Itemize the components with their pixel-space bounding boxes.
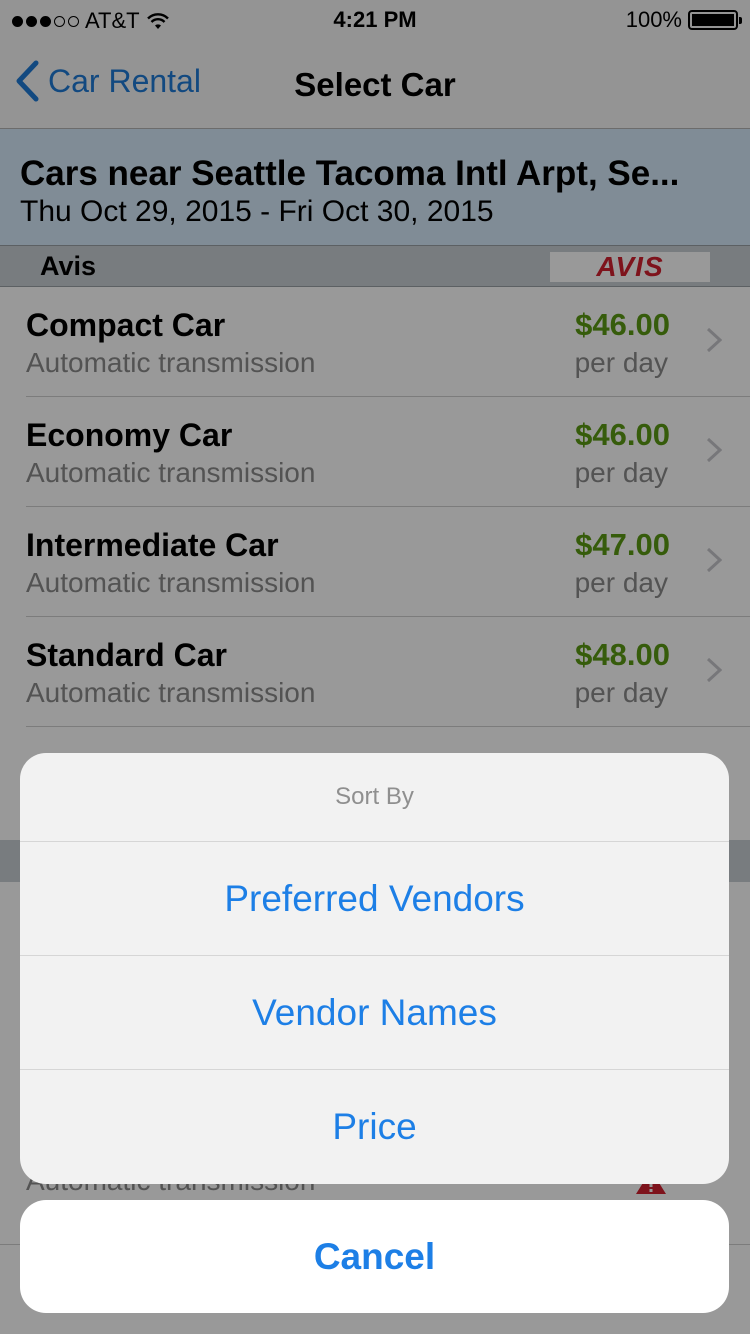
sort-option-vendor-names[interactable]: Vendor Names — [20, 956, 729, 1070]
sort-action-sheet: Sort By Preferred Vendors Vendor Names P… — [20, 753, 729, 1184]
cancel-button[interactable]: Cancel — [20, 1200, 729, 1313]
sort-option-price[interactable]: Price — [20, 1070, 729, 1184]
action-sheet-title: Sort By — [20, 753, 729, 842]
sort-option-preferred-vendors[interactable]: Preferred Vendors — [20, 842, 729, 956]
